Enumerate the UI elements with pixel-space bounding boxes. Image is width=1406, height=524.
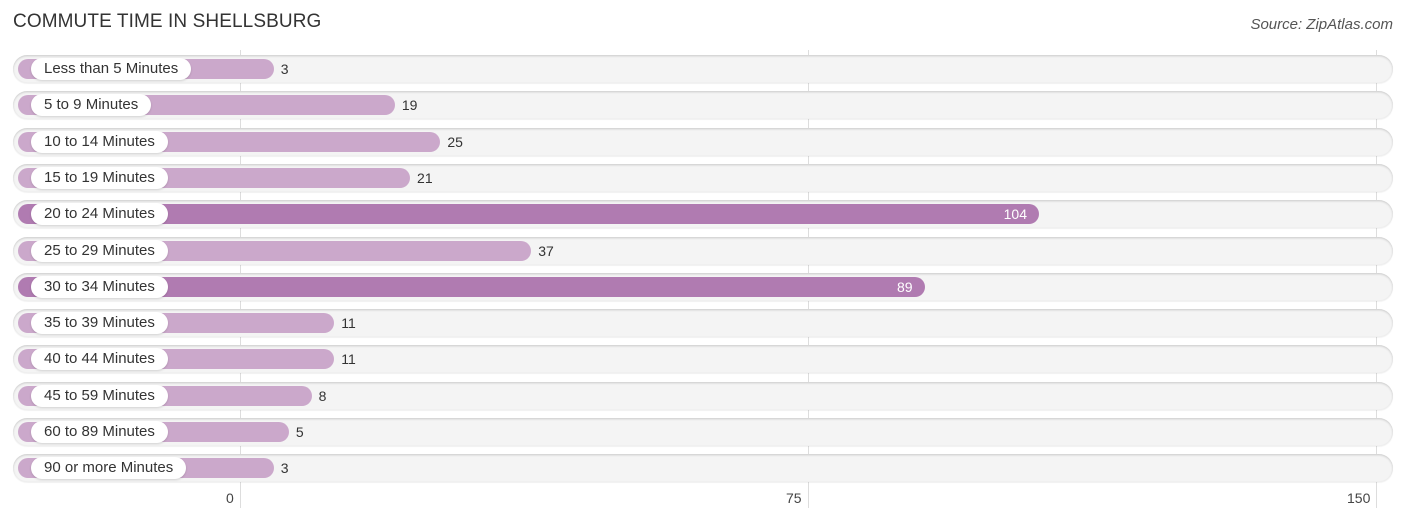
value-label: 8	[318, 387, 327, 404]
bar-row: 30 to 34 Minutes 89	[13, 272, 1393, 301]
x-tick-label: 150	[1347, 490, 1371, 506]
value-label: 19	[401, 97, 418, 114]
bar-row: 90 or more Minutes 3	[13, 454, 1393, 483]
value-label: 3	[280, 460, 289, 477]
category-label: 35 to 39 Minutes	[31, 312, 168, 335]
bar-row: 15 to 19 Minutes 21	[13, 163, 1393, 192]
bar-row: Less than 5 Minutes 3	[13, 55, 1393, 83]
category-label: 5 to 9 Minutes	[31, 94, 152, 117]
value-label: 11	[341, 315, 356, 332]
bar-row: 40 to 44 Minutes 11	[13, 345, 1393, 374]
bar-row: 60 to 89 Minutes 5	[13, 418, 1393, 446]
value-label: 104	[1003, 206, 1027, 223]
category-label: 40 to 44 Minutes	[31, 348, 168, 371]
bar-row: 35 to 39 Minutes 11	[13, 309, 1393, 338]
category-label: 30 to 34 Minutes	[31, 275, 168, 298]
x-tick-label: 75	[786, 490, 802, 506]
value-label: 21	[417, 169, 433, 186]
bar-row: 45 to 59 Minutes 8	[13, 381, 1393, 410]
bar[interactable]	[18, 204, 1039, 225]
x-tick-label: 0	[226, 490, 234, 506]
chart-title: COMMUTE TIME IN SHELLSBURG	[13, 11, 322, 32]
bar-row: 20 to 24 Minutes 104	[13, 200, 1393, 229]
value-label: 37	[538, 242, 554, 259]
bar-row: 5 to 9 Minutes 19	[13, 91, 1393, 120]
category-label: 10 to 14 Minutes	[31, 130, 168, 153]
category-label: Less than 5 Minutes	[31, 58, 192, 80]
category-label: 45 to 59 Minutes	[31, 384, 168, 407]
bar-row: 10 to 14 Minutes 25	[13, 127, 1393, 156]
bar-row: 25 to 29 Minutes 37	[13, 236, 1393, 265]
source-label: Source: ZipAtlas.com	[1250, 16, 1393, 33]
category-label: 60 to 89 Minutes	[31, 421, 168, 443]
category-label: 90 or more Minutes	[31, 457, 187, 480]
value-label: 3	[280, 61, 289, 77]
category-label: 20 to 24 Minutes	[31, 203, 168, 226]
category-label: 25 to 29 Minutes	[31, 239, 168, 262]
category-label: 15 to 19 Minutes	[31, 166, 168, 189]
value-label: 89	[897, 278, 913, 295]
value-label: 5	[295, 424, 304, 440]
value-label: 25	[447, 133, 463, 150]
value-label: 11	[341, 351, 356, 368]
